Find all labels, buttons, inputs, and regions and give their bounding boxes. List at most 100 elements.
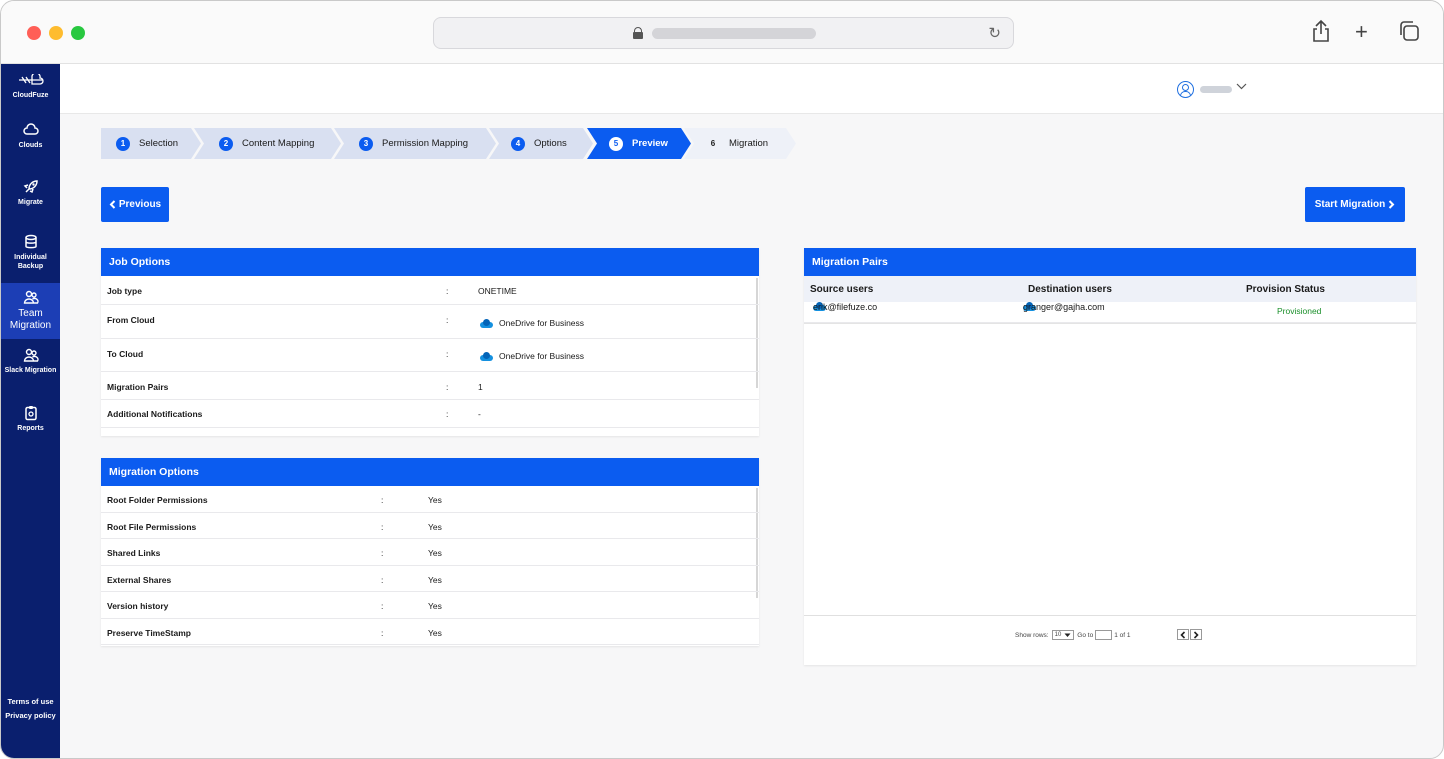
reload-icon[interactable]: ↻ [988, 24, 1001, 42]
step-migration[interactable]: 6 Migration [684, 128, 796, 159]
chevron-down-icon [1064, 633, 1071, 637]
user-icon[interactable] [1177, 81, 1194, 98]
sidebar-item-label: Slack Migration [4, 367, 57, 374]
step-label: Migration [729, 138, 769, 149]
user-name[interactable] [1200, 86, 1232, 93]
sidebar-item-label: Migrate [18, 199, 43, 206]
migration-option-row: Root Folder Permissions : Yes [101, 486, 759, 513]
previous-button-label: Previous [118, 199, 162, 210]
option-value: 1 [478, 382, 483, 392]
sidebar-item-label: Reports [17, 425, 44, 432]
start-migration-button[interactable]: Start Migration [1305, 187, 1405, 222]
chevron-left-icon [1180, 630, 1186, 639]
step-number: 5 [609, 137, 623, 151]
privacy-policy-link[interactable]: Privacy policy [1, 711, 60, 720]
option-value: Yes [428, 601, 442, 611]
separator: : [446, 349, 449, 359]
logo-label: CloudFuze [12, 92, 49, 99]
step-label: Preview [632, 138, 668, 149]
minimize-window-button[interactable] [49, 26, 63, 40]
app-header [60, 64, 1443, 114]
cloudfuze-logo[interactable]: CloudFuze [1, 72, 60, 99]
sidebar-item-slack-migration[interactable]: Slack Migration [1, 347, 60, 375]
separator: : [381, 495, 384, 505]
step-number: 2 [219, 137, 233, 151]
onedrive-icon [480, 318, 493, 328]
step-content-mapping[interactable]: 2 Content Mapping [194, 128, 341, 159]
step-label: Options [534, 138, 567, 149]
source-user-email: erik@filefuze.co [813, 302, 878, 312]
tabs-overview-icon[interactable] [1398, 19, 1420, 43]
step-selection[interactable]: 1 Selection [101, 128, 201, 159]
sidebar-item-reports[interactable]: Reports [1, 405, 60, 433]
migration-option-row: Root File Permissions : Yes [101, 513, 759, 539]
option-key: From Cloud [107, 315, 155, 325]
provision-status: Provisioned [1277, 306, 1322, 316]
separator: : [446, 382, 449, 392]
cloud-name: OneDrive for Business [499, 351, 585, 361]
prev-page-button[interactable] [1177, 629, 1189, 640]
table-header: Source users Destination users Provision… [804, 276, 1416, 302]
option-key: Job type [107, 286, 142, 296]
sidebar-item-label: Clouds [18, 142, 43, 149]
option-key: Migration Pairs [107, 382, 169, 392]
separator: : [381, 575, 384, 585]
chevron-down-icon[interactable] [1236, 81, 1247, 93]
step-preview[interactable]: 5 Preview [587, 128, 691, 159]
sidebar-item-migrate[interactable]: Migrate [1, 179, 60, 207]
rows-value: 10 [1054, 632, 1062, 638]
job-options-panel: Job Options Job type : ONETIME From Clou… [101, 248, 759, 436]
rows-per-page-select[interactable]: 10 [1051, 630, 1075, 640]
close-window-button[interactable] [27, 26, 41, 40]
share-icon[interactable] [1311, 19, 1331, 43]
next-page-button[interactable] [1190, 629, 1202, 640]
chevron-left-icon [109, 200, 116, 209]
go-to-page-input[interactable] [1095, 630, 1113, 640]
destination-user-email: granger@gajha.com [1023, 302, 1105, 312]
cloudfuze-logo-icon [1, 72, 60, 89]
new-tab-icon[interactable]: + [1355, 19, 1368, 45]
separator: : [381, 628, 384, 638]
cloud-icon [22, 123, 39, 135]
table-divider [804, 323, 1416, 324]
clipboard-icon [24, 406, 37, 421]
option-value: ONETIME [478, 286, 517, 296]
cloud-name: OneDrive for Business [499, 318, 585, 328]
address-bar[interactable]: ↻ [433, 17, 1014, 49]
sidebar-item-label: Individual Backup [14, 254, 47, 270]
rocket-icon [23, 180, 38, 194]
step-options[interactable]: 4 Options [489, 128, 593, 159]
job-option-row: Additional Notifications : - [101, 400, 759, 428]
sidebar-item-team-migration[interactable]: Team Migration [1, 283, 60, 339]
maximize-window-button[interactable] [71, 26, 85, 40]
sidebar-item-clouds[interactable]: Clouds [1, 122, 60, 150]
page-of-label: 1 of 1 [1114, 631, 1131, 639]
option-key: Preserve TimeStamp [107, 628, 191, 638]
step-label: Selection [139, 138, 179, 149]
previous-button[interactable]: Previous [101, 187, 169, 222]
rows-per-page: Show rows: 10 Go to 1 of 1 [1015, 630, 1130, 640]
option-value: Yes [428, 548, 442, 558]
migration-pairs-panel: Migration Pairs Source users Destination… [804, 248, 1416, 665]
table-row[interactable]: erik@filefuze.co granger@gajha.com Provi… [804, 302, 1416, 323]
migration-option-row: Preserve TimeStamp : Yes [101, 619, 759, 645]
terms-of-use-link[interactable]: Terms of use [1, 697, 60, 706]
migration-option-row: Shared Links : Yes [101, 539, 759, 566]
migration-option-row: Version history : Yes [101, 592, 759, 619]
option-key: Root File Permissions [107, 522, 197, 532]
option-key: Version history [107, 601, 169, 611]
job-options-title: Job Options [101, 248, 759, 276]
option-key: Root Folder Permissions [107, 495, 208, 505]
page-nav [1177, 629, 1202, 640]
separator: : [381, 548, 384, 558]
separator: : [381, 522, 384, 532]
team-icon [23, 348, 39, 362]
job-option-row: To Cloud : OneDrive for Business [101, 339, 759, 372]
step-permission-mapping[interactable]: 3 Permission Mapping [334, 128, 496, 159]
sidebar-item-individual-backup[interactable]: Individual Backup [1, 234, 60, 271]
separator: : [446, 315, 449, 325]
option-key: Shared Links [107, 548, 161, 558]
step-label: Permission Mapping [382, 138, 469, 149]
column-provision-status: Provision Status [1246, 284, 1325, 295]
option-key: To Cloud [107, 349, 144, 359]
